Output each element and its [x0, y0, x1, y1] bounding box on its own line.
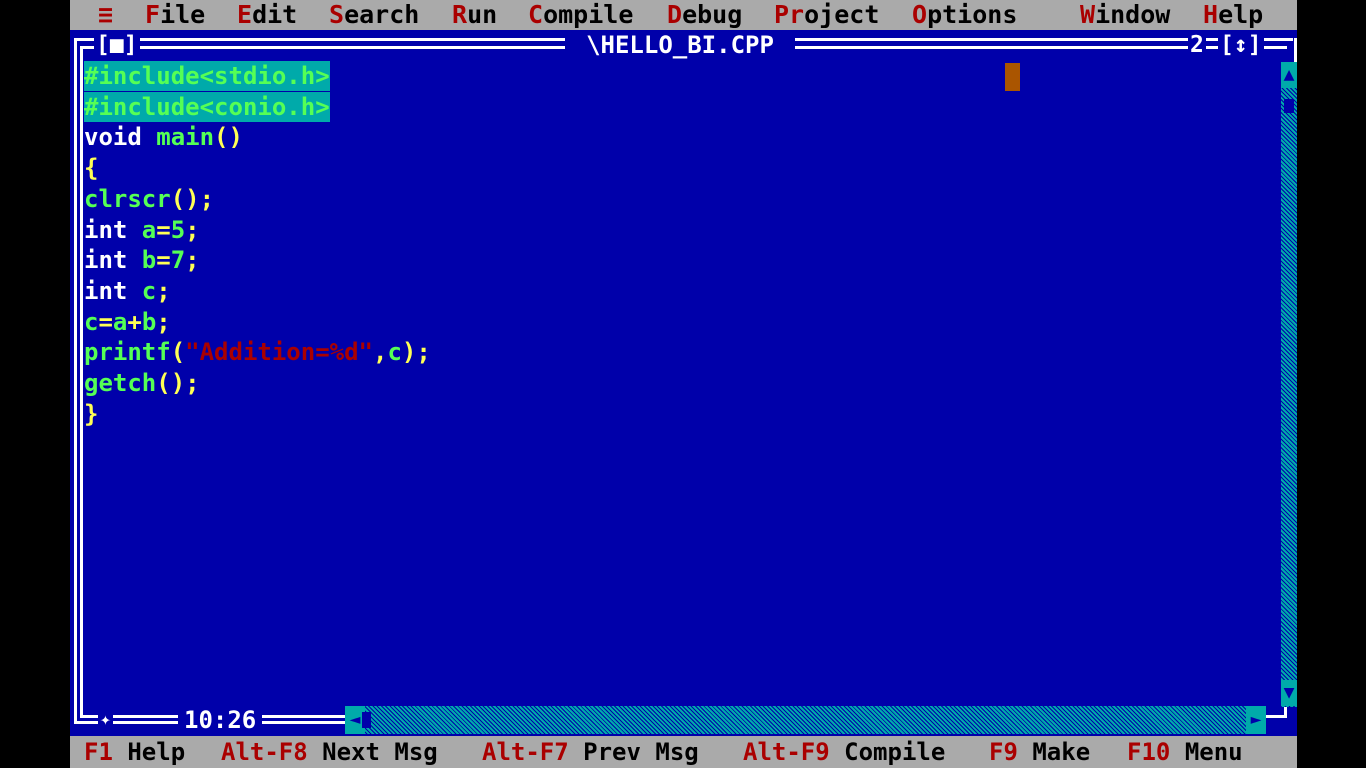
- code-token: 7: [170, 246, 186, 274]
- code-line[interactable]: {: [84, 153, 98, 183]
- code-token: 5: [170, 216, 186, 244]
- code-token: void: [84, 123, 157, 151]
- status-compile[interactable]: Alt-F9 Compile: [743, 736, 945, 768]
- status-menu[interactable]: F10 Menu: [1127, 736, 1243, 768]
- code-editor[interactable]: #include<stdio.h> #include<conio.h> void m…: [84, 61, 1279, 703]
- menu-file[interactable]: File: [145, 0, 205, 30]
- window-zoom-button[interactable]: [↕]: [1218, 32, 1264, 58]
- code-token: =: [156, 216, 171, 244]
- code-token: int: [84, 246, 142, 274]
- code-line[interactable]: int c;: [84, 276, 171, 306]
- menu-project[interactable]: Project: [774, 0, 879, 30]
- code-line[interactable]: getch();: [84, 368, 200, 398]
- frame-left-inner: [80, 46, 83, 718]
- horizontal-scroll-thumb[interactable]: [362, 712, 371, 728]
- code-token: ;: [156, 277, 171, 305]
- code-token: "Addition=%d": [185, 338, 373, 366]
- code-token: c: [141, 277, 157, 305]
- code-token: }: [84, 400, 99, 428]
- code-line[interactable]: #include<conio.h>: [84, 92, 330, 122]
- code-token: int: [84, 277, 142, 305]
- menu-run[interactable]: Run: [452, 0, 497, 30]
- scroll-right-arrow-icon[interactable]: ►: [1246, 706, 1266, 734]
- code-token: #include<stdio.h>: [84, 62, 330, 90]
- code-token: ;: [156, 308, 171, 336]
- code-line[interactable]: printf("Addition=%d",c);: [84, 337, 431, 367]
- code-token: ,: [373, 338, 388, 366]
- code-token: b: [141, 246, 157, 274]
- status-prev-msg[interactable]: Alt-F7 Prev Msg: [482, 736, 699, 768]
- code-token: =: [98, 308, 113, 336]
- frame-corner-right: [1284, 706, 1287, 718]
- code-token: c: [387, 338, 402, 366]
- text-cursor: [1005, 63, 1020, 91]
- code-token: getch: [84, 369, 157, 397]
- menu-compile[interactable]: Compile: [528, 0, 633, 30]
- menu-edit[interactable]: Edit: [237, 0, 297, 30]
- code-line[interactable]: int b=7;: [84, 245, 200, 275]
- status-help[interactable]: F1 Help: [84, 736, 185, 768]
- status-bar: F1 Help Alt-F8 Next Msg Alt-F7 Prev Msg …: [70, 736, 1297, 768]
- code-token: ;: [185, 246, 200, 274]
- window-resize-icon[interactable]: ✦: [98, 706, 113, 734]
- code-token: a: [112, 308, 128, 336]
- code-token: main: [156, 123, 215, 151]
- status-next-msg[interactable]: Alt-F8 Next Msg: [221, 736, 438, 768]
- scroll-down-arrow-icon[interactable]: ▼: [1281, 680, 1297, 706]
- code-token: (): [214, 123, 243, 151]
- code-line[interactable]: int a=5;: [84, 215, 200, 245]
- code-token: (: [170, 338, 186, 366]
- code-line[interactable]: }: [84, 399, 98, 429]
- code-token: ();: [170, 185, 215, 213]
- menu-help[interactable]: Help: [1203, 0, 1263, 30]
- vertical-scroll-thumb[interactable]: [1284, 99, 1294, 113]
- code-token: a: [141, 216, 157, 244]
- window-close-button[interactable]: [■]: [94, 32, 140, 58]
- menu-options[interactable]: Options: [912, 0, 1017, 30]
- frame-bottom-right: [1265, 715, 1285, 718]
- status-make[interactable]: F9 Make: [989, 736, 1090, 768]
- window-number: 2: [1188, 32, 1206, 58]
- code-token: =: [156, 246, 171, 274]
- code-token: #include<conio.h>: [84, 93, 330, 121]
- code-token: int: [84, 216, 142, 244]
- code-token: printf: [84, 338, 171, 366]
- frame-left-outer[interactable]: [74, 38, 77, 724]
- code-token: {: [84, 154, 99, 182]
- cursor-position: 10:26: [178, 706, 263, 734]
- code-line[interactable]: clrscr();: [84, 184, 214, 214]
- menu-window[interactable]: Window: [1080, 0, 1170, 30]
- window-title: \HELLO_BI.CPP: [565, 31, 795, 59]
- scroll-up-arrow-icon[interactable]: ▲: [1281, 62, 1297, 88]
- code-line[interactable]: #include<stdio.h>: [84, 61, 330, 91]
- menu-debug[interactable]: Debug: [667, 0, 742, 30]
- code-token: c: [84, 308, 99, 336]
- code-token: clrscr: [84, 185, 171, 213]
- menu-search[interactable]: Search: [329, 0, 419, 30]
- code-line[interactable]: c=a+b;: [84, 307, 171, 337]
- horizontal-scrollbar[interactable]: [345, 706, 1265, 734]
- menu-bar: ≡ File Edit Search Run Compile Debug Pro…: [70, 0, 1297, 30]
- code-token: b: [141, 308, 157, 336]
- code-token: );: [401, 338, 431, 366]
- vertical-scrollbar[interactable]: [1281, 62, 1297, 707]
- code-token: ;: [185, 216, 200, 244]
- system-menu-button[interactable]: ≡: [98, 0, 113, 30]
- turbo-cpp-screen: ≡ File Edit Search Run Compile Debug Pro…: [70, 0, 1297, 768]
- code-token: ();: [156, 369, 200, 397]
- code-line[interactable]: void main(): [84, 122, 243, 152]
- code-token: +: [127, 308, 142, 336]
